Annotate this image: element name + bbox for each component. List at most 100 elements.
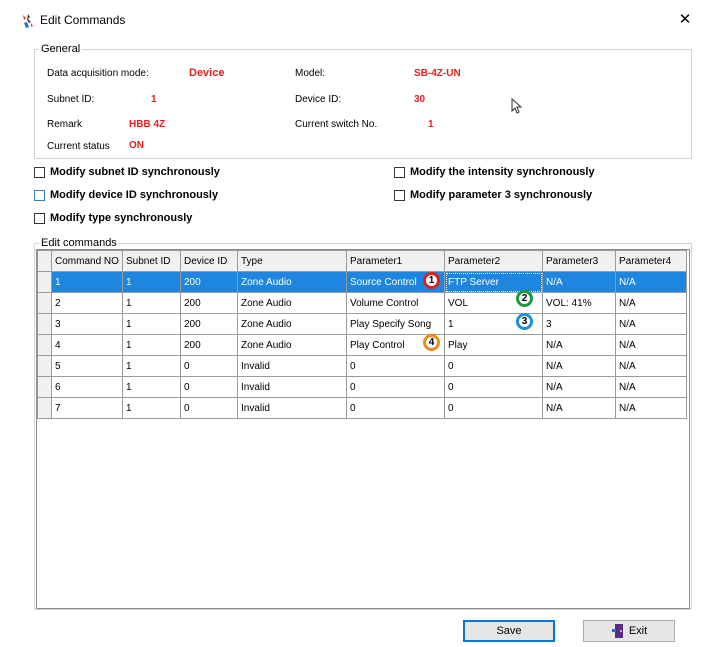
table-cell[interactable]: N/A — [615, 271, 687, 293]
column-header[interactable]: Parameter1 — [346, 250, 445, 272]
column-header[interactable]: Parameter2 — [444, 250, 543, 272]
column-header[interactable]: Command NO — [51, 250, 123, 272]
table-cell[interactable]: 0 — [180, 376, 238, 398]
param3-sync-checkbox[interactable]: Modify parameter 3 synchronously — [394, 189, 592, 201]
column-header[interactable]: Device ID — [180, 250, 238, 272]
callout-badge-2: 2 — [516, 290, 533, 307]
table-cell[interactable]: N/A — [542, 376, 616, 398]
table-cell[interactable]: N/A — [542, 334, 616, 356]
column-header[interactable]: Parameter3 — [542, 250, 616, 272]
exit-door-icon — [611, 624, 623, 639]
app-icon — [23, 14, 33, 28]
table-cell[interactable]: 1 — [122, 292, 181, 314]
row-header[interactable] — [37, 355, 52, 377]
data-acquisition-value: Device — [189, 67, 225, 79]
table-cell[interactable]: 0 — [346, 397, 445, 419]
table-cell[interactable]: Play — [444, 334, 543, 356]
checkbox-box[interactable] — [394, 189, 405, 201]
row-header[interactable] — [37, 334, 52, 356]
device-sync-label: Modify device ID synchronously — [50, 189, 219, 201]
table-cell[interactable]: Play Specify Song — [346, 313, 445, 335]
row-header[interactable] — [37, 271, 52, 293]
table-row[interactable]: 2 1 200 Zone Audio Volume Control VOL VOL: 41%… — [37, 292, 687, 314]
table-cell[interactable]: 0 — [444, 397, 543, 419]
row-header[interactable] — [37, 313, 52, 335]
edit-commands-legend: Edit commands — [41, 237, 117, 249]
current-status-label: Current status — [47, 141, 110, 152]
table-cell[interactable]: 200 — [180, 292, 238, 314]
row-header[interactable] — [37, 292, 52, 314]
row-header[interactable] — [37, 376, 52, 398]
table-cell[interactable]: N/A — [542, 271, 616, 293]
table-cell[interactable]: N/A — [542, 355, 616, 377]
table-cell[interactable]: 3 — [542, 313, 616, 335]
table-row[interactable]: 1 1 200 Zone Audio Source Control FTP Server N… — [37, 271, 687, 293]
table-row[interactable]: 7 1 0 Invalid 0 0 N/A N/A — [37, 397, 687, 419]
type-sync-label: Modify type synchronously — [50, 212, 193, 224]
close-button[interactable]: ✕ — [675, 10, 695, 30]
table-cell[interactable]: N/A — [615, 376, 687, 398]
table-row[interactable]: 4 1 200 Zone Audio Play Control Play N/A N/A — [37, 334, 687, 356]
table-row[interactable]: 5 1 0 Invalid 0 0 N/A N/A — [37, 355, 687, 377]
table-cell[interactable]: 5 — [51, 355, 123, 377]
table-cell[interactable]: 0 — [346, 355, 445, 377]
table-cell[interactable]: 0 — [180, 355, 238, 377]
title-bar: Edit Commands ✕ — [0, 0, 706, 34]
row-header[interactable] — [37, 397, 52, 419]
table-cell[interactable]: 6 — [51, 376, 123, 398]
table-cell[interactable]: 1 — [122, 334, 181, 356]
save-button[interactable]: Save — [463, 620, 555, 642]
table-cell[interactable]: VOL: 41% — [542, 292, 616, 314]
table-cell[interactable]: Zone Audio — [237, 334, 347, 356]
checkbox-box[interactable] — [34, 189, 45, 201]
type-sync-checkbox[interactable]: Modify type synchronously — [34, 212, 192, 224]
table-cell[interactable]: Zone Audio — [237, 292, 347, 314]
table-cell[interactable]: N/A — [542, 397, 616, 419]
table-cell[interactable]: N/A — [615, 292, 687, 314]
table-cell[interactable]: 1 — [122, 355, 181, 377]
table-cell[interactable]: 1 — [122, 271, 181, 293]
table-cell[interactable]: 200 — [180, 334, 238, 356]
device-sync-checkbox[interactable]: Modify device ID synchronously — [34, 189, 218, 201]
commands-grid[interactable]: Command NO Subnet ID Device ID Type Para… — [36, 249, 690, 609]
table-cell[interactable]: 0 — [346, 376, 445, 398]
table-cell[interactable]: 200 — [180, 313, 238, 335]
table-cell[interactable]: N/A — [615, 397, 687, 419]
table-cell[interactable]: Volume Control — [346, 292, 445, 314]
table-cell[interactable]: FTP Server — [444, 271, 543, 293]
exit-button[interactable]: Exit — [583, 620, 675, 642]
subnet-id-value: 1 — [151, 94, 157, 105]
table-cell[interactable]: 1 — [51, 271, 123, 293]
intensity-sync-checkbox[interactable]: Modify the intensity synchronously — [394, 166, 595, 178]
table-cell[interactable]: 4 — [51, 334, 123, 356]
table-cell[interactable]: N/A — [615, 355, 687, 377]
column-header[interactable]: Parameter4 — [615, 250, 687, 272]
table-cell[interactable]: 2 — [51, 292, 123, 314]
table-cell[interactable]: 3 — [51, 313, 123, 335]
table-cell[interactable]: 7 — [51, 397, 123, 419]
subnet-sync-checkbox[interactable]: Modify subnet ID synchronously — [34, 166, 220, 178]
callout-badge-1: 1 — [423, 272, 440, 289]
checkbox-box[interactable] — [34, 166, 45, 178]
table-cell[interactable]: N/A — [615, 313, 687, 335]
table-row[interactable]: 3 1 200 Zone Audio Play Specify Song 1 3 N/A — [37, 313, 687, 335]
table-cell[interactable]: Invalid — [237, 355, 347, 377]
checkbox-box[interactable] — [394, 166, 405, 178]
checkbox-box[interactable] — [34, 212, 45, 224]
table-cell[interactable]: 200 — [180, 271, 238, 293]
column-header[interactable]: Subnet ID — [122, 250, 181, 272]
current-switch-value: 1 — [428, 119, 434, 130]
table-cell[interactable]: 0 — [180, 397, 238, 419]
table-cell[interactable]: Zone Audio — [237, 313, 347, 335]
table-cell[interactable]: Invalid — [237, 376, 347, 398]
column-header[interactable]: Type — [237, 250, 347, 272]
table-cell[interactable]: Zone Audio — [237, 271, 347, 293]
table-cell[interactable]: Invalid — [237, 397, 347, 419]
table-row[interactable]: 6 1 0 Invalid 0 0 N/A N/A — [37, 376, 687, 398]
table-cell[interactable]: 1 — [122, 313, 181, 335]
table-cell[interactable]: 0 — [444, 376, 543, 398]
table-cell[interactable]: 1 — [122, 376, 181, 398]
table-cell[interactable]: 1 — [122, 397, 181, 419]
table-cell[interactable]: 0 — [444, 355, 543, 377]
table-cell[interactable]: N/A — [615, 334, 687, 356]
